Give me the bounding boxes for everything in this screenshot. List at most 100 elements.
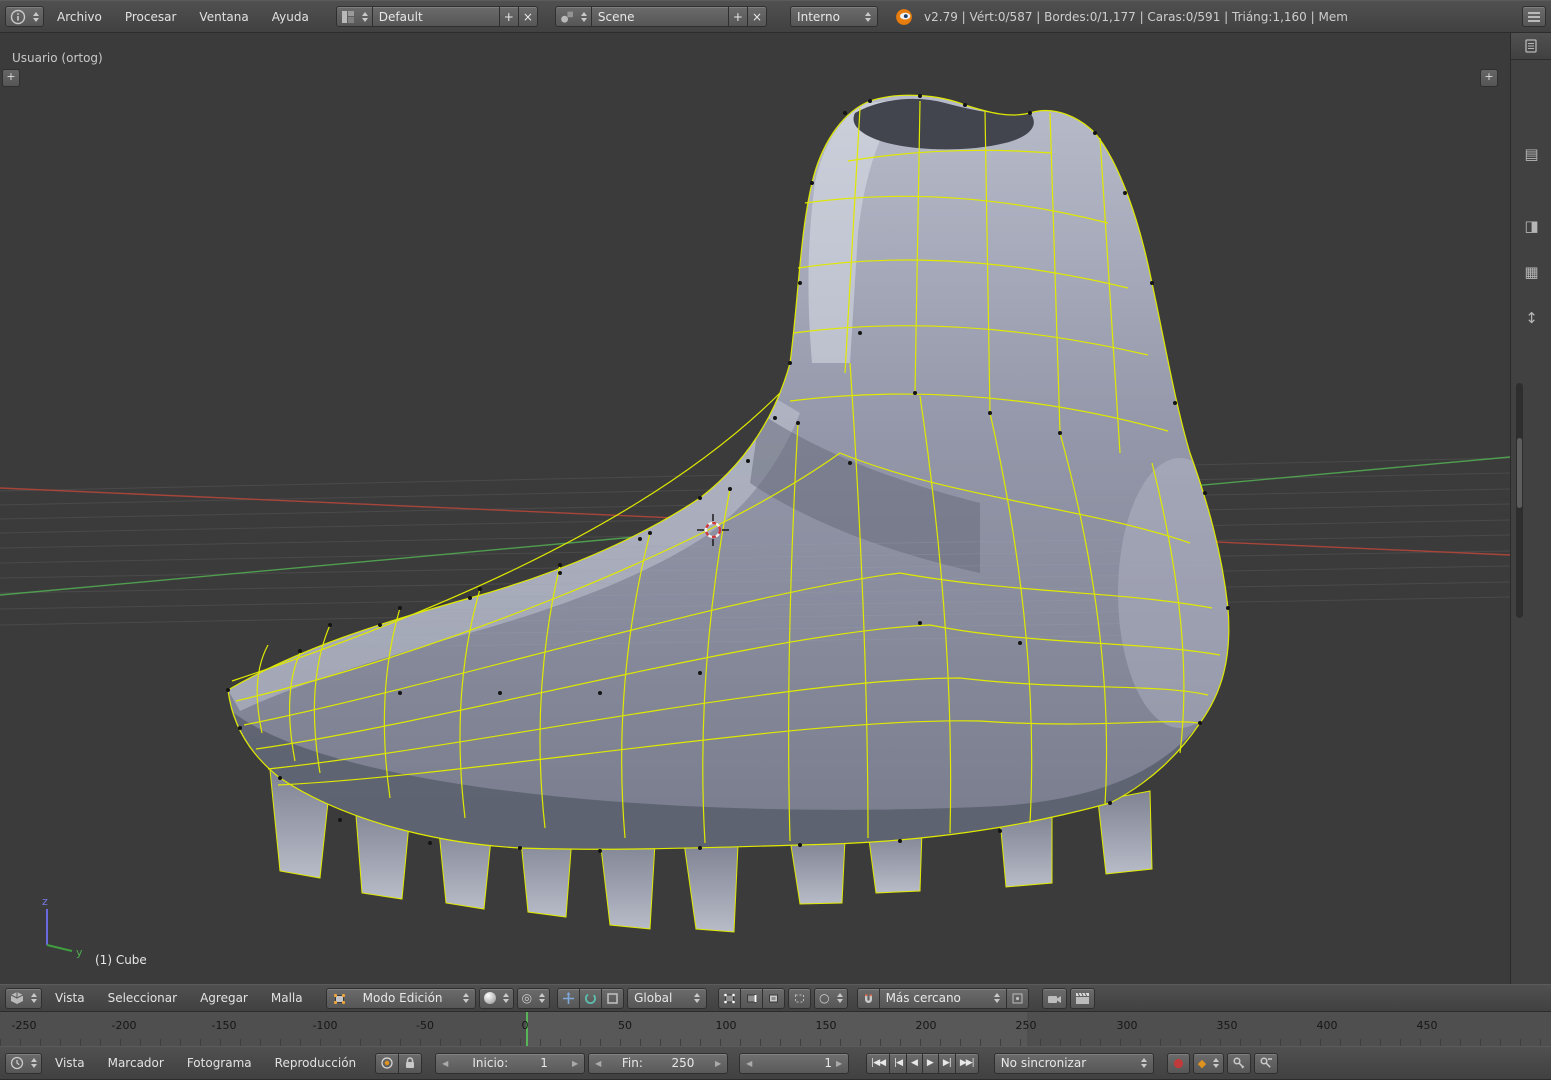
decrement-arrow-icon[interactable]: ◀: [442, 1059, 448, 1068]
properties-scrollbar-thumb[interactable]: [1517, 438, 1522, 508]
menu-reproduccion[interactable]: Reproducción: [265, 1056, 367, 1070]
manipulator-rotate-toggle[interactable]: [579, 987, 603, 1009]
render-engine-arrows: [865, 11, 872, 22]
scene-browse-button[interactable]: [554, 6, 592, 27]
keying-set-select[interactable]: ◆: [1192, 1052, 1225, 1074]
ruler-tick: 0: [521, 1019, 529, 1032]
keying-set-arrows: [1213, 1058, 1220, 1068]
play-reverse-button[interactable]: ◀: [906, 1052, 923, 1074]
screen-layout-add-button[interactable]: +: [498, 6, 519, 27]
snap-target-button[interactable]: [1005, 987, 1029, 1009]
current-frame-value: 1: [824, 1056, 832, 1070]
snap-element-select[interactable]: Más cercano: [878, 987, 1007, 1009]
menu-malla[interactable]: Malla: [261, 991, 313, 1005]
select-mode-edge-button[interactable]: [740, 987, 764, 1009]
jump-to-end-button[interactable]: ▶▶|: [954, 1052, 979, 1074]
menu-marcador[interactable]: Marcador: [98, 1056, 174, 1070]
frame-start-label: Inicio:: [472, 1056, 509, 1070]
ruler-tick: 300: [1116, 1019, 1138, 1032]
menu-seleccionar[interactable]: Seleccionar: [98, 991, 187, 1005]
opengl-render-animation-button[interactable]: [1069, 987, 1095, 1009]
menu-archivo[interactable]: Archivo: [47, 10, 112, 24]
ruler-tick: 100: [715, 1019, 737, 1032]
viewport-canvas[interactable]: z y: [0, 33, 1510, 984]
limit-selection-visible-toggle[interactable]: [788, 987, 812, 1009]
keyingset-lock-toggle[interactable]: [398, 1052, 423, 1074]
scene-tab-icon[interactable]: ◨: [1511, 217, 1551, 235]
list-icon: [1528, 11, 1540, 22]
ruler-tick: -200: [111, 1019, 137, 1032]
screen-layout-field[interactable]: Default: [371, 6, 500, 27]
render-tab-icon[interactable]: ▤: [1511, 145, 1551, 163]
editor-type-arrows: [31, 1058, 37, 1068]
jump-to-start-button[interactable]: |◀◀: [866, 1052, 891, 1074]
menu-fotograma[interactable]: Fotograma: [177, 1056, 262, 1070]
scene-field[interactable]: Scene: [590, 6, 729, 27]
pivot-point-select[interactable]: ◎: [516, 987, 551, 1009]
blender-logo: [896, 8, 912, 25]
scene-add-button[interactable]: +: [727, 6, 748, 27]
properties-editor-strip[interactable]: ▤ ◨ ▦ ↕: [1510, 33, 1551, 984]
scroll-arrows-icon[interactable]: ↕: [1511, 309, 1551, 327]
frame-end-label: Fin:: [621, 1056, 643, 1070]
screen-layout-close-button[interactable]: ×: [517, 6, 538, 27]
record-icon: [1173, 1058, 1183, 1068]
select-mode-vertex-button[interactable]: [718, 987, 742, 1009]
viewport-3d[interactable]: z y Usuario (ortog) (1) Cube + +: [0, 33, 1510, 984]
viewport-shading-select[interactable]: [478, 987, 514, 1009]
current-frame-field[interactable]: ◀ 1 ▶: [739, 1052, 850, 1074]
axis-z-label: z: [42, 895, 48, 908]
menu-procesar[interactable]: Procesar: [115, 10, 187, 24]
render-engine-select[interactable]: Interno: [790, 6, 879, 27]
menu-ventana[interactable]: Ventana: [189, 10, 258, 24]
transform-orientation-select[interactable]: Global: [627, 987, 708, 1009]
auto-keyframe-toggle[interactable]: [375, 1052, 400, 1074]
properties-panel-expand-button[interactable]: +: [1480, 69, 1498, 87]
increment-arrow-icon[interactable]: ▶: [715, 1059, 721, 1068]
editor-type-button-timeline[interactable]: [5, 1052, 42, 1074]
timeline-ruler[interactable]: -250 -200 -150 -100 -50 0 50 100 150 200…: [0, 1012, 1551, 1047]
editor-type-button-3dview[interactable]: [5, 987, 42, 1009]
decrement-arrow-icon[interactable]: ◀: [746, 1059, 752, 1068]
manipulator-scale-toggle[interactable]: [601, 987, 625, 1009]
snap-toggle-button[interactable]: [856, 987, 880, 1009]
next-keyframe-button[interactable]: ▶|: [937, 1052, 956, 1074]
snap-element-value: Más cercano: [885, 991, 961, 1005]
prev-keyframe-button[interactable]: |◀: [889, 1052, 907, 1074]
mode-select[interactable]: Modo Edición: [325, 987, 476, 1009]
scene-value: Scene: [597, 9, 635, 24]
increment-arrow-icon[interactable]: ▶: [572, 1059, 578, 1068]
av-sync-value: No sincronizar: [1000, 1056, 1087, 1070]
editor-type-button-info[interactable]: [5, 6, 44, 27]
frame-start-field[interactable]: ◀ Inicio: 1 ▶: [435, 1052, 586, 1074]
toolshelf-expand-button[interactable]: +: [2, 69, 20, 87]
auto-record-icon: [381, 1057, 393, 1069]
manipulator-translate-toggle[interactable]: [557, 987, 581, 1009]
timeline-header: Vista Marcador Fotograma Reproducción ◀ …: [0, 1046, 1551, 1080]
properties-scrollbar[interactable]: [1516, 383, 1523, 618]
delete-keyframe-button[interactable]: [1254, 1052, 1279, 1074]
menu-agregar[interactable]: Agregar: [190, 991, 258, 1005]
av-sync-select[interactable]: No sincronizar: [993, 1052, 1154, 1074]
proportional-edit-icon: ○: [819, 991, 830, 1005]
menu-ayuda[interactable]: Ayuda: [262, 10, 319, 24]
proportional-edit-select[interactable]: ○: [814, 987, 848, 1009]
scene-icon: [561, 11, 573, 23]
frame-end-field[interactable]: ◀ Fin: 250 ▶: [588, 1052, 729, 1074]
modifiers-tab-icon[interactable]: ▦: [1511, 263, 1551, 281]
increment-arrow-icon[interactable]: ▶: [836, 1059, 842, 1068]
play-button[interactable]: ▶: [921, 1052, 939, 1074]
menu-vista-3d[interactable]: Vista: [45, 991, 95, 1005]
scene-close-button[interactable]: ×: [746, 6, 768, 27]
boot-mesh[interactable]: [226, 94, 1242, 853]
screen-layout-browse-button[interactable]: [335, 6, 373, 27]
properties-editor-header[interactable]: [1511, 33, 1551, 60]
insert-keyframe-button[interactable]: [1227, 1052, 1252, 1074]
scene-statistics: v2.79 | Vért:0/587 | Bordes:0/1,177 | Ca…: [924, 9, 1348, 24]
opengl-render-image-button[interactable]: [1041, 987, 1067, 1009]
record-animation-button[interactable]: [1166, 1052, 1190, 1074]
info-bar-corner-icon[interactable]: [1522, 6, 1546, 27]
menu-vista-timeline[interactable]: Vista: [45, 1056, 95, 1070]
select-mode-face-button[interactable]: [762, 987, 786, 1009]
decrement-arrow-icon[interactable]: ◀: [595, 1059, 601, 1068]
